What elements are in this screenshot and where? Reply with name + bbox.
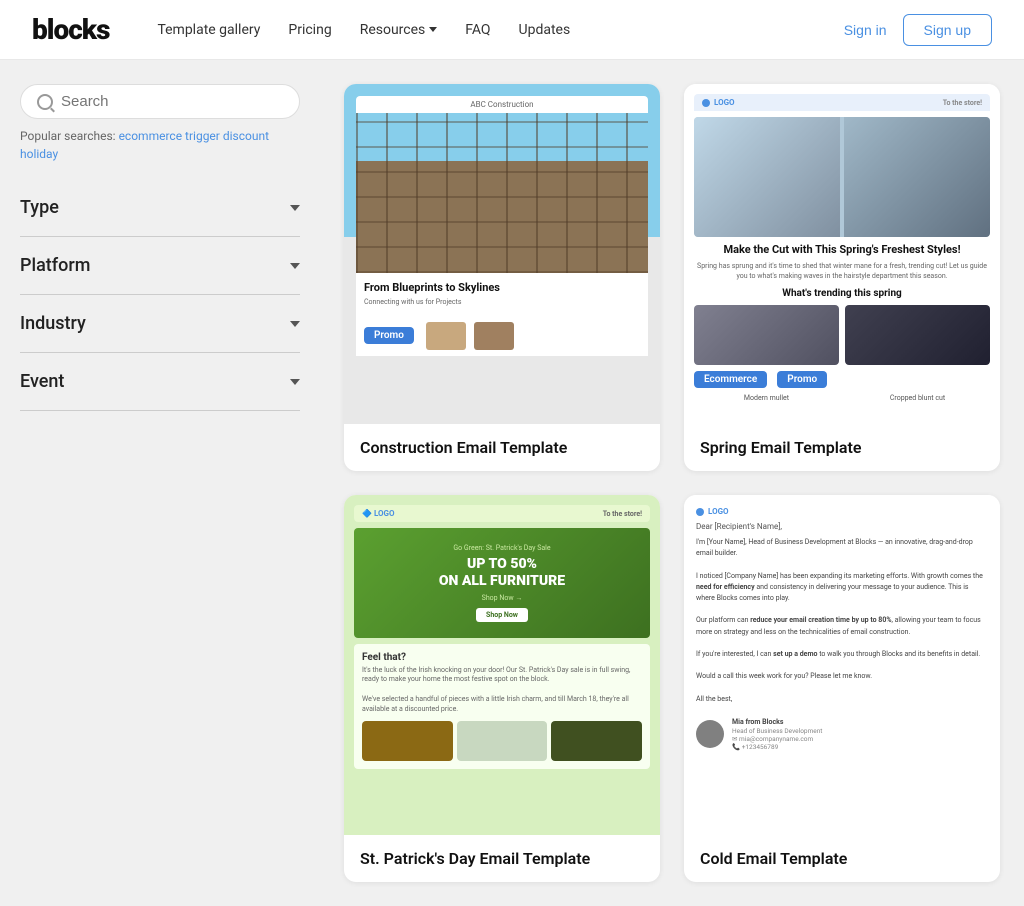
template-card-construction[interactable]: ABC Construction From Blueprints to Skyl… [344, 84, 660, 471]
green-product-3 [551, 721, 642, 761]
cold-avatar [696, 720, 724, 748]
sign-up-button[interactable]: Sign up [903, 14, 992, 46]
cold-sig-name: Mia from Blocks [732, 717, 822, 728]
search-wrapper[interactable] [20, 84, 300, 119]
page-layout: Popular searches: ecommerce trigger disc… [0, 60, 1024, 906]
nav-template-gallery[interactable]: Template gallery [157, 22, 260, 38]
template-preview-cold-email: LOGO Dear [Recipient's Name], I'm [Your … [684, 495, 1000, 835]
template-name-spring: Spring Email Template [684, 424, 1000, 471]
auth-buttons: Sign in Sign up [844, 14, 992, 46]
template-card-spring[interactable]: LOGO To the store! Make the Cut with Thi… [684, 84, 1000, 471]
spring-captions: Modern mullet Cropped blunt cut [694, 394, 990, 402]
filter-industry-label: Industry [20, 313, 86, 334]
filter-platform-label: Platform [20, 255, 90, 276]
cold-logo-bar: LOGO [696, 507, 988, 516]
green-body: Feel that? It's the luck of the Irish kn… [354, 644, 650, 769]
chevron-down-icon [290, 205, 300, 211]
spring-trending-label: What's trending this spring [694, 288, 990, 299]
nav-faq[interactable]: FAQ [465, 22, 490, 38]
preview-image [356, 113, 648, 273]
caption-modern-mullet: Modern mullet [694, 394, 839, 402]
main-nav: Template gallery Pricing Resources FAQ U… [157, 22, 843, 38]
popular-link-discount[interactable]: discount [223, 129, 269, 143]
spring-img-cropped-blunt [845, 305, 990, 365]
tag-ecommerce: Ecommerce [694, 371, 767, 388]
template-name-stpatrick: St. Patrick's Day Email Template [344, 835, 660, 882]
cold-sig-title: Head of Business Development [732, 727, 822, 735]
nav-updates[interactable]: Updates [519, 22, 571, 38]
template-name-cold-email: Cold Email Template [684, 835, 1000, 882]
filter-event[interactable]: Event [20, 353, 300, 411]
spring-img-modern-mullet [694, 305, 839, 365]
popular-link-holiday[interactable]: holiday [20, 147, 58, 161]
popular-searches: Popular searches: ecommerce trigger disc… [20, 127, 300, 163]
filter-section: Type Platform Industry Event [20, 179, 300, 411]
spring-bottom-imgs [694, 305, 990, 365]
site-header: blocks Template gallery Pricing Resource… [0, 0, 1024, 60]
template-card-cold-email[interactable]: LOGO Dear [Recipient's Name], I'm [Your … [684, 495, 1000, 882]
site-logo[interactable]: blocks [32, 13, 109, 46]
filter-platform[interactable]: Platform [20, 237, 300, 295]
filter-type[interactable]: Type [20, 179, 300, 237]
spring-hero [694, 117, 990, 237]
green-logo-bar: 🔷 LOGO To the store! [354, 505, 650, 522]
cold-body-text: I'm [Your Name], Head of Business Develo… [696, 537, 988, 705]
nav-resources[interactable]: Resources [360, 22, 438, 38]
chevron-down-icon [290, 263, 300, 269]
popular-link-ecommerce[interactable]: ecommerce [119, 129, 183, 143]
tag-promo: Promo [364, 327, 414, 344]
filter-type-label: Type [20, 197, 59, 218]
template-preview-stpatrick: 🔷 LOGO To the store! Go Green: St. Patri… [344, 495, 660, 835]
sidebar: Popular searches: ecommerce trigger disc… [0, 60, 320, 906]
sign-in-button[interactable]: Sign in [844, 22, 887, 38]
filter-industry[interactable]: Industry [20, 295, 300, 353]
green-product-2 [457, 721, 548, 761]
spring-tags: Ecommerce Promo [694, 371, 990, 388]
template-preview-construction: ABC Construction From Blueprints to Skyl… [344, 84, 660, 424]
cold-sig-phone: 📞 +123456789 [732, 743, 822, 751]
cold-signature: Mia from Blocks Head of Business Develop… [696, 717, 988, 752]
template-card-stpatrick[interactable]: 🔷 LOGO To the store! Go Green: St. Patri… [344, 495, 660, 882]
main-content: ABC Construction From Blueprints to Skyl… [320, 60, 1024, 906]
chevron-down-icon [290, 379, 300, 385]
preview-header: ABC Construction [356, 96, 648, 113]
chevron-down-icon [290, 321, 300, 327]
cold-greeting: Dear [Recipient's Name], [696, 522, 988, 531]
spring-heading: Make the Cut with This Spring's Freshest… [694, 243, 990, 256]
templates-grid: ABC Construction From Blueprints to Skyl… [344, 84, 1000, 882]
green-products [362, 721, 642, 761]
tag-promo: Promo [777, 371, 827, 388]
caption-cropped-blunt: Cropped blunt cut [845, 394, 990, 402]
search-icon [37, 94, 53, 110]
spring-logo-bar: LOGO To the store! [694, 94, 990, 111]
preview-body: From Blueprints to Skylines Connecting w… [356, 273, 648, 316]
template-name-construction: Construction Email Template [344, 424, 660, 471]
search-container: Popular searches: ecommerce trigger disc… [20, 84, 300, 163]
green-hero: Go Green: St. Patrick's Day Sale UP TO 5… [354, 528, 650, 638]
search-input[interactable] [61, 93, 283, 110]
spring-subtext: Spring has sprung and it's time to shed … [694, 262, 990, 282]
filter-event-label: Event [20, 371, 64, 392]
green-product-1 [362, 721, 453, 761]
preview-footer: Promo [356, 316, 648, 356]
popular-link-trigger[interactable]: trigger [185, 129, 220, 143]
chevron-down-icon [429, 27, 437, 32]
nav-pricing[interactable]: Pricing [288, 22, 331, 38]
template-preview-spring: LOGO To the store! Make the Cut with Thi… [684, 84, 1000, 424]
